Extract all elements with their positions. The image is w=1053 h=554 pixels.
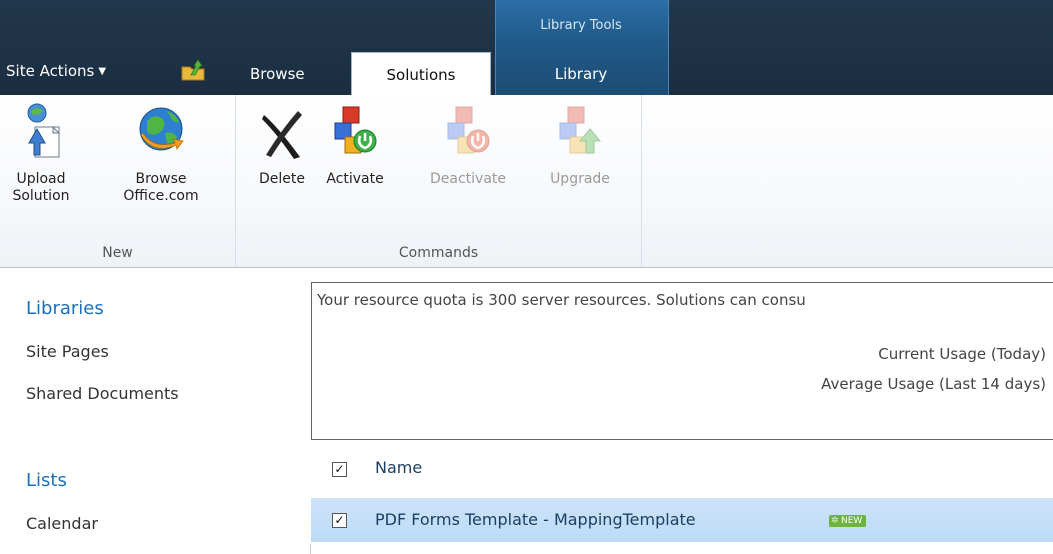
upgrade-icon — [559, 106, 602, 154]
ribbon-group-new: Upload Solution Browse Office.com New — [0, 95, 236, 267]
ribbon-group-commands: Delete Activate Deactivate Upgrade Comma… — [236, 95, 642, 267]
contextual-group-label: Library Tools — [540, 18, 622, 33]
nav-heading-libraries[interactable]: Libraries — [26, 298, 104, 319]
deactivate-icon — [447, 106, 490, 154]
new-badge-text: NEW — [841, 516, 863, 526]
nav-link-calendar[interactable]: Calendar — [26, 514, 98, 533]
upgrade-label: Upgrade — [550, 171, 610, 187]
nav-link-site-pages[interactable]: Site Pages — [26, 342, 109, 361]
globe-icon — [139, 107, 184, 151]
browse-office-button[interactable]: Browse Office.com — [116, 103, 206, 205]
site-actions-label: Site Actions — [6, 62, 95, 80]
browse-office-label-line1: Browse — [135, 171, 187, 187]
delete-label: Delete — [259, 171, 305, 187]
upload-solution-button[interactable]: Upload Solution — [6, 103, 76, 205]
browse-office-label-line2: Office.com — [123, 188, 199, 204]
activate-icon — [334, 106, 377, 154]
nav-link-shared-documents[interactable]: Shared Documents — [26, 384, 179, 403]
new-badge: ✲ NEW — [829, 515, 867, 527]
list-row[interactable]: ✓ PDF Forms Template - MappingTemplate ✲… — [311, 498, 1053, 542]
site-actions-menu[interactable]: Site Actions ▼ — [6, 62, 106, 80]
column-header-name[interactable]: Name — [375, 458, 422, 477]
delete-button[interactable]: Delete — [250, 103, 314, 188]
ribbon-group-label-commands: Commands — [398, 245, 479, 261]
activate-label: Activate — [326, 171, 384, 187]
ribbon-group-label-new: New — [102, 245, 133, 261]
list-header-row: ✓ Name — [311, 448, 1053, 488]
quota-message: Your resource quota is 300 server resour… — [317, 291, 806, 309]
chevron-down-icon: ▼ — [98, 66, 107, 77]
select-all-checkbox[interactable]: ✓ — [332, 462, 347, 477]
upload-solution-icon — [27, 103, 61, 158]
row-divider — [310, 544, 311, 554]
row-name-link[interactable]: PDF Forms Template - MappingTemplate — [375, 510, 696, 529]
upgrade-button[interactable]: Upgrade — [540, 103, 620, 188]
upload-solution-label-line2: Solution — [12, 188, 70, 204]
nav-heading-lists[interactable]: Lists — [26, 470, 67, 491]
resource-quota-panel: Your resource quota is 300 server resour… — [311, 282, 1053, 440]
delete-x-icon — [262, 111, 302, 159]
ribbon: Upload Solution Browse Office.com New De… — [0, 95, 1053, 268]
tab-solutions[interactable]: Solutions — [351, 52, 491, 97]
tab-browse[interactable]: Browse — [250, 60, 328, 95]
deactivate-label: Deactivate — [429, 171, 506, 187]
new-spark-icon: ✲ — [831, 516, 839, 526]
average-usage-label: Average Usage (Last 14 days) — [821, 375, 1046, 393]
upload-solution-label-line1: Upload — [16, 171, 66, 187]
deactivate-button[interactable]: Deactivate — [420, 103, 516, 188]
quick-launch: Libraries Site Pages Shared Documents Li… — [0, 268, 300, 554]
tab-library[interactable]: Library — [495, 60, 667, 95]
navigate-up-icon[interactable] — [180, 58, 206, 82]
current-usage-label: Current Usage (Today) — [878, 345, 1046, 363]
activate-button[interactable]: Activate — [320, 103, 390, 188]
row-checkbox[interactable]: ✓ — [332, 513, 347, 528]
